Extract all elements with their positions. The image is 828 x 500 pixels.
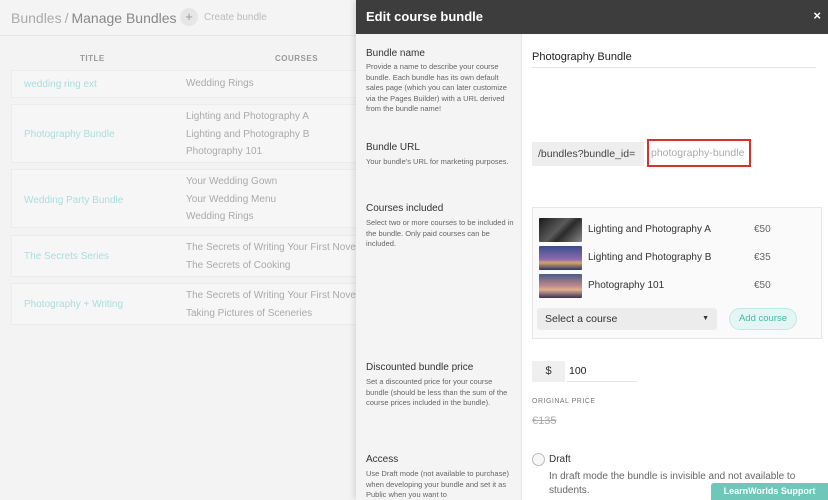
bundle-course: Wedding Rings (186, 78, 254, 89)
course-name: Lighting and Photography B (588, 252, 712, 263)
column-header-courses: COURSES (275, 54, 319, 63)
list-item[interactable]: Lighting and Photography B €35 (539, 246, 809, 270)
support-button[interactable]: LearnWorlds Support (711, 483, 828, 500)
list-item[interactable]: Photography 101 €50 (539, 274, 809, 298)
bundle-url-prefix: /bundles?bundle_id= (532, 142, 644, 166)
original-price-label: ORIGINAL PRICE (532, 398, 596, 405)
bundle-course: Wedding Rings (186, 211, 254, 222)
create-bundle-label: Create bundle (204, 11, 267, 23)
course-select-dropdown[interactable]: Select a course ▼ (537, 308, 717, 330)
course-select-label: Select a course (545, 313, 618, 325)
modal-header: Edit course bundle × (356, 0, 828, 34)
plus-icon: + (180, 8, 198, 26)
discounted-price-description: Set a discounted price for your course b… (366, 377, 508, 407)
course-name: Lighting and Photography A (588, 224, 711, 235)
table-row[interactable]: The Secrets Series The Secrets of Writin… (11, 235, 361, 277)
access-description: Use Draft mode (not available to purchas… (366, 469, 509, 499)
bundle-course: The Secrets of Cooking (186, 259, 291, 271)
page-title: Manage Bundles (71, 10, 177, 26)
draft-radio-label[interactable]: Draft (549, 454, 571, 465)
bundle-course: Photography 101 (186, 146, 263, 157)
table-row[interactable]: Photography + Writing The Secrets of Wri… (11, 283, 361, 325)
bundle-name-description: Provide a name to describe your course b… (366, 62, 507, 113)
bundle-course: Your Wedding Gown (186, 176, 278, 187)
course-thumbnail (539, 218, 582, 242)
bundle-course: Lighting and Photography B (186, 128, 310, 140)
column-header-title: TITLE (80, 54, 105, 63)
bundle-name-title: Bundle name (366, 48, 425, 59)
table-row[interactable]: wedding ring ext Wedding Rings (11, 70, 361, 98)
bundle-course: The Secrets of Writing Your First Novel (186, 290, 359, 301)
courses-included-description: Select two or more courses to be include… (366, 218, 514, 248)
bundle-url-description: Your bundle's URL for marketing purposes… (366, 157, 509, 166)
bundle-url-title: Bundle URL (366, 142, 420, 153)
access-title: Access (366, 454, 399, 465)
draft-radio[interactable] (532, 453, 545, 466)
bundle-url-input[interactable]: photography-bundle (647, 139, 751, 167)
currency-symbol: $ (532, 361, 565, 382)
bundle-course: Taking Pictures of Sceneries (186, 307, 313, 319)
create-bundle-button[interactable]: + Create bundle (180, 8, 267, 26)
course-name: Photography 101 (588, 280, 665, 291)
add-course-button[interactable]: Add course (729, 308, 797, 330)
course-thumbnail (539, 246, 582, 270)
discounted-price-title: Discounted bundle price (366, 362, 474, 373)
course-price: €50 (754, 280, 771, 291)
list-item[interactable]: Lighting and Photography A €50 (539, 218, 809, 242)
breadcrumb: Bundles / Manage Bundles (11, 10, 177, 26)
table-row[interactable]: Wedding Party Bundle Your Wedding Gown Y… (11, 169, 361, 228)
course-price: €50 (754, 224, 771, 235)
bundle-course: The Secrets of Writing Your First Novel (186, 242, 359, 253)
bundle-title[interactable]: Photography Bundle (24, 129, 115, 140)
edit-bundle-modal: Edit course bundle × Bundle name Provide… (356, 0, 828, 500)
course-price: €35 (754, 252, 771, 263)
original-price-value: €135 (532, 415, 557, 427)
breadcrumb-separator: / (64, 10, 69, 26)
bundle-course: Lighting and Photography A (186, 111, 309, 122)
bundle-price-input[interactable]: 100 (567, 361, 637, 382)
bundle-title[interactable]: Photography + Writing (24, 299, 123, 310)
modal-title: Edit course bundle (366, 9, 484, 24)
bundle-title[interactable]: The Secrets Series (24, 251, 109, 262)
course-thumbnail (539, 274, 582, 298)
bundle-course: Your Wedding Menu (186, 193, 277, 205)
bundle-name-input[interactable]: Photography Bundle (532, 48, 816, 68)
courses-included-title: Courses included (366, 203, 444, 214)
breadcrumb-root[interactable]: Bundles (11, 10, 62, 26)
bundle-title[interactable]: Wedding Party Bundle (24, 195, 123, 206)
close-icon[interactable]: × (813, 8, 821, 23)
bundle-title[interactable]: wedding ring ext (24, 79, 97, 90)
included-courses-list: Lighting and Photography A €50 Lighting … (532, 207, 822, 339)
caret-down-icon: ▼ (702, 315, 709, 322)
table-row[interactable]: Photography Bundle Lighting and Photogra… (11, 104, 361, 163)
